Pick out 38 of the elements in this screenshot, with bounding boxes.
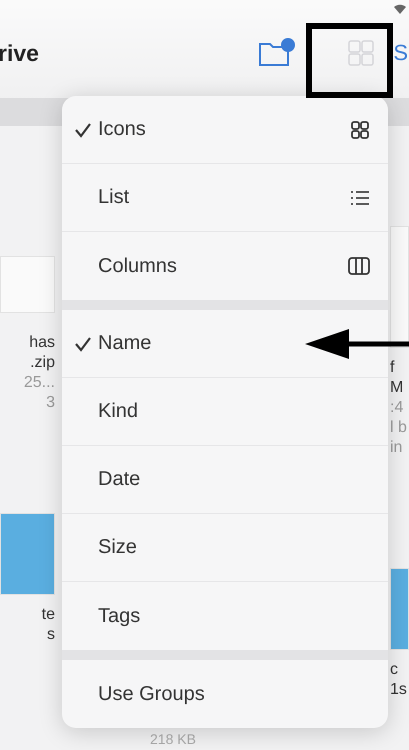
file-size: 218 KB [150, 731, 196, 747]
file-label: .zip [29, 353, 55, 373]
menu-item[interactable]: Columns [62, 232, 388, 300]
menu-item[interactable]: Date [62, 446, 388, 514]
list-icon [350, 190, 370, 206]
file-label: M [390, 378, 404, 398]
folder-plus-icon [258, 38, 296, 68]
menu-item-label: Kind [98, 400, 140, 423]
menu-item[interactable]: Use Groups [62, 660, 388, 728]
menu-item-label: Date [98, 468, 142, 491]
grid-icon [347, 39, 376, 67]
menu-item[interactable]: Kind [62, 378, 388, 446]
file-label: s [46, 625, 55, 645]
menu-item-label: Tags [98, 604, 142, 628]
file-label: in [390, 438, 404, 458]
menu-item-label: Use Groups [98, 682, 206, 706]
menu-item-label: List [98, 186, 130, 209]
menu-item-label: Name [98, 332, 152, 355]
menu-item-label: Icons [98, 118, 147, 141]
menu-item[interactable]: Size [62, 514, 388, 582]
menu-item[interactable]: Tags [62, 582, 388, 650]
menu-item[interactable]: Icons [62, 96, 388, 164]
wifi-icon [394, 4, 406, 14]
menu-item[interactable]: List [62, 164, 388, 232]
file-label: :4 [390, 398, 404, 418]
grid-icon [350, 120, 370, 140]
file-label: f [390, 358, 396, 378]
file-label: 3 [45, 393, 55, 413]
columns-icon [348, 257, 370, 275]
file-label: l b [390, 418, 408, 438]
menu-item-label: Columns [98, 254, 178, 278]
select-link[interactable]: S [393, 40, 408, 66]
file-label: 1s [390, 680, 408, 700]
file-label: te [40, 605, 55, 625]
file-label: c [390, 660, 399, 680]
menu-item-label: Size [98, 536, 138, 559]
file-label: 25... [22, 373, 55, 393]
file-label: has [28, 333, 55, 353]
